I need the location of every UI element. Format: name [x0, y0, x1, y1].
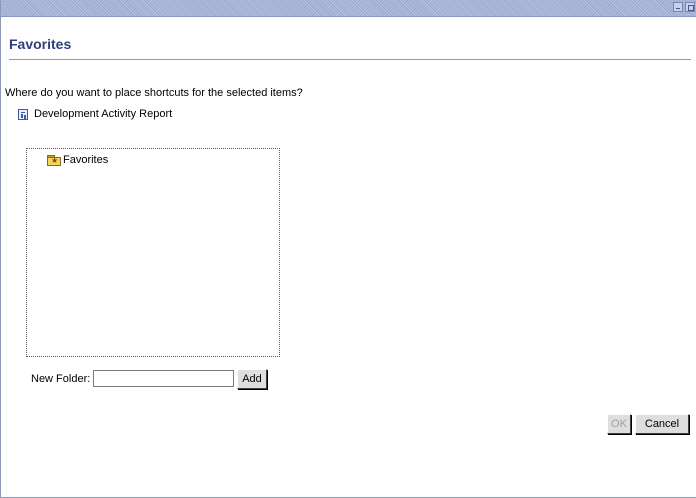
- minimize-icon[interactable]: [673, 2, 683, 12]
- title-divider: [9, 59, 691, 60]
- report-icon: [18, 108, 28, 120]
- page-title: Favorites: [9, 36, 72, 52]
- favorites-folder-icon: ★: [47, 154, 62, 166]
- restore-icon[interactable]: [685, 2, 695, 12]
- folder-tree[interactable]: ★ Favorites: [26, 148, 280, 357]
- favorites-dialog: Favorites Where do you want to place sho…: [0, 0, 696, 498]
- tree-node-favorites[interactable]: ★ Favorites: [47, 154, 108, 166]
- cancel-button[interactable]: Cancel: [635, 414, 689, 434]
- selected-item-label: Development Activity Report: [34, 108, 173, 120]
- tree-node-label: Favorites: [63, 154, 109, 166]
- window-controls: [673, 2, 695, 12]
- selected-item: Development Activity Report: [18, 108, 172, 120]
- add-folder-button[interactable]: Add: [237, 369, 267, 389]
- new-folder-input[interactable]: [93, 370, 234, 387]
- ok-button[interactable]: OK: [607, 414, 631, 434]
- title-bar[interactable]: [1, 0, 696, 17]
- new-folder-label: New Folder:: [31, 373, 91, 385]
- shortcut-question: Where do you want to place shortcuts for…: [5, 87, 303, 99]
